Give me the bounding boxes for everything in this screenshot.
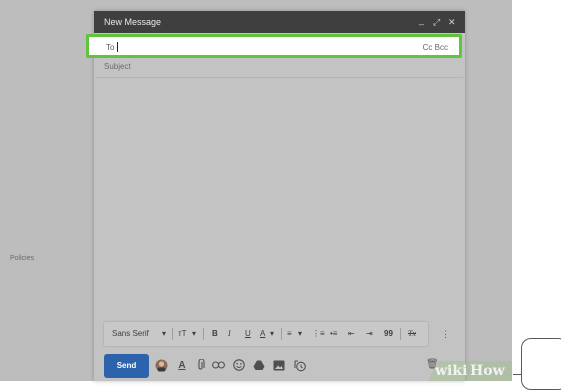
minimize-icon[interactable]: _ — [419, 9, 424, 31]
toolbar-divider — [172, 328, 173, 340]
underline-icon[interactable]: U — [245, 329, 251, 338]
italic-icon[interactable]: I — [228, 329, 231, 338]
indent-less-icon[interactable]: ⇤ — [348, 329, 355, 338]
toolbar-divider — [400, 328, 401, 340]
quote-icon[interactable]: 99 — [384, 329, 393, 338]
font-size-icon[interactable]: тT — [178, 329, 187, 338]
bulleted-list-icon[interactable]: •≡ — [330, 329, 337, 338]
close-icon[interactable]: ✕ — [448, 11, 456, 33]
font-caret-icon[interactable]: ▾ — [162, 329, 166, 338]
text-cursor — [117, 42, 118, 52]
subject-field[interactable]: Subject — [104, 62, 131, 71]
color-caret-icon[interactable]: ▾ — [270, 329, 274, 338]
avatar-icon[interactable] — [154, 358, 168, 372]
bold-icon[interactable]: B — [212, 329, 218, 338]
subject-divider — [96, 77, 463, 78]
watermark-wiki: wiki — [435, 363, 468, 379]
font-select[interactable]: Sans Serif — [112, 329, 149, 338]
confidential-icon[interactable] — [292, 358, 306, 372]
indent-more-icon[interactable]: ⇥ — [366, 329, 373, 338]
compose-title: New Message — [104, 17, 162, 27]
toolbar-divider — [281, 328, 282, 340]
policies-link[interactable]: Policies — [10, 255, 34, 262]
drive-icon[interactable] — [252, 358, 266, 372]
toolbar-divider — [203, 328, 204, 340]
more-options-icon[interactable]: ⋮ — [441, 329, 450, 340]
text-color-icon[interactable]: A — [260, 329, 265, 338]
watermark-how: How — [470, 363, 505, 379]
to-label: To — [106, 43, 115, 52]
emoji-icon[interactable] — [232, 358, 246, 372]
size-caret-icon[interactable]: ▾ — [192, 329, 196, 338]
remove-format-icon[interactable]: Tx — [408, 329, 416, 338]
wikihow-watermark: wiki How — [428, 361, 512, 381]
photo-icon[interactable] — [272, 358, 286, 372]
to-field[interactable]: To Cc Bcc — [86, 34, 462, 58]
compose-titlebar[interactable]: New Message _ ⤢ ✕ — [94, 11, 465, 33]
link-icon[interactable] — [211, 358, 225, 372]
numbered-list-icon[interactable]: ⋮≡ — [312, 329, 325, 338]
formatting-toolbar: Sans Serif ▾ тT ▾ B I U A ▾ ≡ ▾ ⋮≡ •≡ ⇤ … — [104, 322, 428, 346]
expand-icon[interactable]: ⤢ — [433, 11, 440, 33]
attach-icon[interactable] — [193, 358, 207, 372]
align-icon[interactable]: ≡ — [287, 329, 292, 338]
cc-bcc-link[interactable]: Cc Bcc — [423, 43, 448, 52]
align-caret-icon[interactable]: ▾ — [298, 329, 302, 338]
page-margin — [512, 0, 561, 381]
callout-box — [521, 338, 561, 390]
format-text-icon[interactable]: A — [175, 358, 189, 372]
send-button[interactable]: Send — [104, 354, 149, 378]
